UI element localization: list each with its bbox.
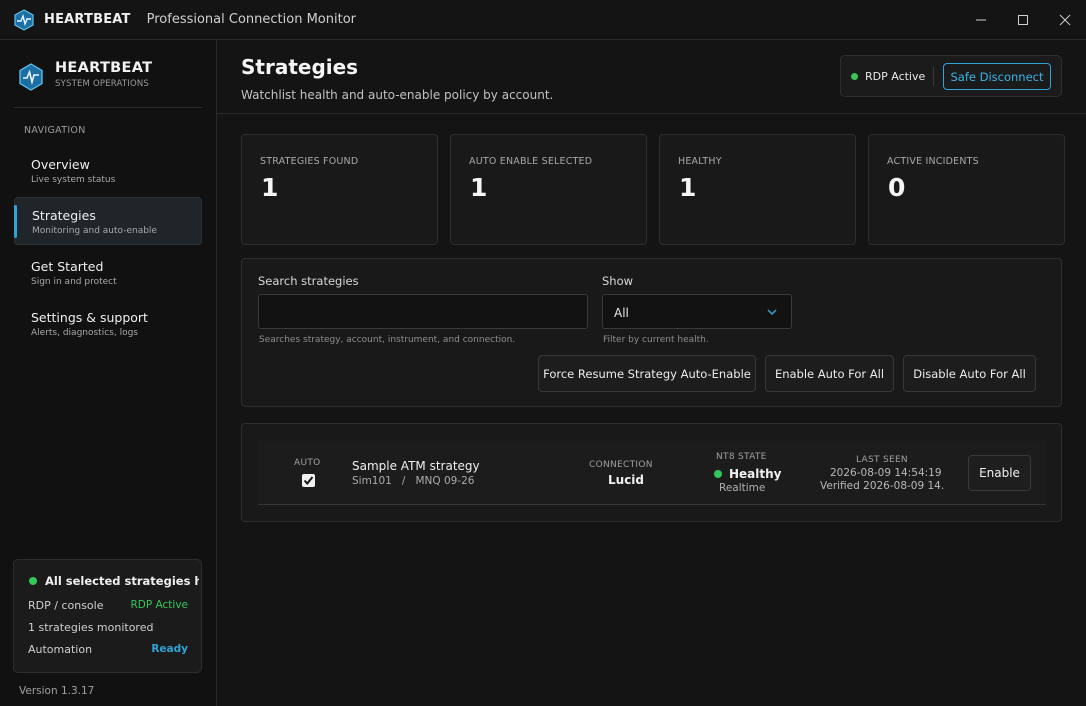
nt8-state-value: Healthy: [729, 467, 782, 481]
title-bar: HEARTBEAT Professional Connection Monito…: [0, 0, 1086, 40]
minimize-icon: [976, 19, 986, 21]
sidebar-brand: HEARTBEAT SYSTEM OPERATIONS: [18, 60, 152, 91]
sidebar: HEARTBEAT SYSTEM OPERATIONS NAVIGATION O…: [0, 40, 217, 706]
stat-value: 1: [470, 173, 488, 202]
stat-value: 1: [679, 173, 697, 202]
rdp-status-box: RDP Active Safe Disconnect: [840, 55, 1062, 97]
strategy-account: Sim101: [352, 475, 392, 487]
auto-enable-checkbox[interactable]: [302, 474, 315, 487]
connection-value: Lucid: [608, 473, 645, 487]
minimize-button[interactable]: [960, 0, 1002, 40]
search-hint: Searches strategy, account, instrument, …: [259, 335, 516, 345]
healthy-dot-icon: [29, 577, 37, 585]
maximize-icon: [1018, 15, 1028, 25]
stat-label: STRATEGIES FOUND: [260, 156, 359, 167]
show-label: Show: [602, 274, 634, 288]
divider: [217, 113, 1086, 114]
stat-card-auto-enable-selected: AUTO ENABLE SELECTED 1: [450, 134, 647, 245]
show-hint: Filter by current health.: [603, 335, 709, 345]
chevron-down-icon: [767, 309, 777, 316]
show-filter-value: All: [614, 306, 629, 320]
strategy-meta: Sim101 / MNQ 09-26: [352, 475, 474, 487]
status-label: 1 strategies monitored: [28, 621, 154, 634]
status-headline-text: All selected strategies healthy: [45, 574, 199, 588]
strategy-list: AUTO Sample ATM strategy Sim101 / MNQ 09…: [241, 423, 1062, 522]
page-subtitle: Watchlist health and auto-enable policy …: [241, 88, 554, 102]
stat-label: AUTO ENABLE SELECTED: [469, 156, 593, 167]
stat-card-healthy: HEALTHY 1: [659, 134, 856, 245]
search-label: Search strategies: [258, 274, 359, 288]
heartbeat-logo-icon: [19, 63, 43, 91]
brand-name: HEARTBEAT: [55, 60, 153, 76]
stat-card-strategies-found: STRATEGIES FOUND 1: [241, 134, 438, 245]
close-button[interactable]: [1044, 0, 1086, 40]
strategy-name: Sample ATM strategy: [352, 459, 480, 473]
enable-auto-all-button[interactable]: Enable Auto For All: [765, 355, 894, 392]
status-row-rdp: RDP / console RDP Active: [28, 599, 188, 612]
sidebar-item-label: Get Started: [31, 259, 104, 274]
status-label: RDP / console: [28, 599, 104, 612]
close-icon: [1059, 14, 1071, 26]
nav-section-title: NAVIGATION: [24, 125, 86, 136]
last-seen-caption: LAST SEEN: [856, 455, 908, 465]
page-title: Strategies: [241, 55, 359, 79]
nt8-state-sub: Realtime: [719, 482, 766, 494]
status-row-automation: Automation Ready: [28, 643, 188, 656]
sidebar-item-settings[interactable]: Settings & support Alerts, diagnostics, …: [14, 300, 202, 348]
stat-value: 1: [261, 173, 279, 202]
filter-panel: Search strategies Searches strategy, acc…: [241, 258, 1062, 407]
force-resume-button[interactable]: Force Resume Strategy Auto-Enable: [538, 355, 756, 392]
status-value: Ready: [151, 643, 188, 655]
stat-value: 0: [888, 173, 906, 202]
sidebar-item-overview[interactable]: Overview Live system status: [14, 147, 202, 195]
app-name: HEARTBEAT: [44, 12, 131, 27]
stat-card-active-incidents: ACTIVE INCIDENTS 0: [868, 134, 1065, 245]
stat-label: HEALTHY: [678, 156, 722, 167]
rdp-active-dot-icon: [851, 73, 858, 80]
enable-strategy-button[interactable]: Enable: [968, 455, 1031, 491]
sidebar-item-get-started[interactable]: Get Started Sign in and protect: [14, 249, 202, 297]
status-value: RDP Active: [130, 599, 188, 611]
sidebar-item-desc: Alerts, diagnostics, logs: [31, 328, 138, 338]
healthy-dot-icon: [714, 470, 722, 478]
nt8-state-caption: NT8 STATE: [716, 452, 767, 462]
brand-subtitle: SYSTEM OPERATIONS: [55, 79, 150, 89]
search-input[interactable]: [258, 294, 588, 329]
status-headline: All selected strategies healthy: [29, 574, 199, 588]
table-row: AUTO Sample ATM strategy Sim101 / MNQ 09…: [258, 441, 1046, 505]
sidebar-item-desc: Live system status: [31, 175, 116, 185]
sidebar-item-strategies[interactable]: Strategies Monitoring and auto-enable: [14, 197, 202, 245]
window-title: Professional Connection Monitor: [146, 12, 356, 27]
divider: [933, 67, 934, 86]
sidebar-item-desc: Sign in and protect: [31, 277, 117, 287]
rdp-status-label: RDP Active: [865, 70, 926, 83]
sidebar-item-desc: Monitoring and auto-enable: [32, 226, 157, 236]
divider: [14, 107, 202, 108]
show-filter-select[interactable]: All: [602, 294, 792, 329]
heartbeat-logo-icon: [14, 8, 34, 31]
status-label: Automation: [28, 643, 93, 656]
status-row-monitored: 1 strategies monitored: [28, 621, 188, 634]
strategy-instrument: MNQ 09-26: [415, 475, 475, 487]
version-label: Version 1.3.17: [19, 685, 95, 697]
main-content: Strategies Watchlist health and auto-ena…: [217, 40, 1086, 706]
stat-label: ACTIVE INCIDENTS: [887, 156, 979, 167]
connection-caption: CONNECTION: [589, 460, 653, 470]
system-status-card: All selected strategies healthy RDP / co…: [13, 559, 202, 673]
sidebar-item-label: Strategies: [32, 208, 96, 223]
last-seen-value: 2026-08-09 14:54:19: [830, 467, 942, 479]
safe-disconnect-button[interactable]: Safe Disconnect: [943, 63, 1051, 90]
checkmark-icon: [303, 476, 314, 486]
sidebar-item-label: Overview: [31, 157, 90, 172]
meta-separator: /: [395, 475, 413, 487]
auto-caption: AUTO: [294, 458, 321, 468]
verified-value: Verified 2026-08-09 14...: [820, 480, 944, 492]
disable-auto-all-button[interactable]: Disable Auto For All: [903, 355, 1036, 392]
maximize-button[interactable]: [1002, 0, 1044, 40]
sidebar-item-label: Settings & support: [31, 310, 148, 325]
